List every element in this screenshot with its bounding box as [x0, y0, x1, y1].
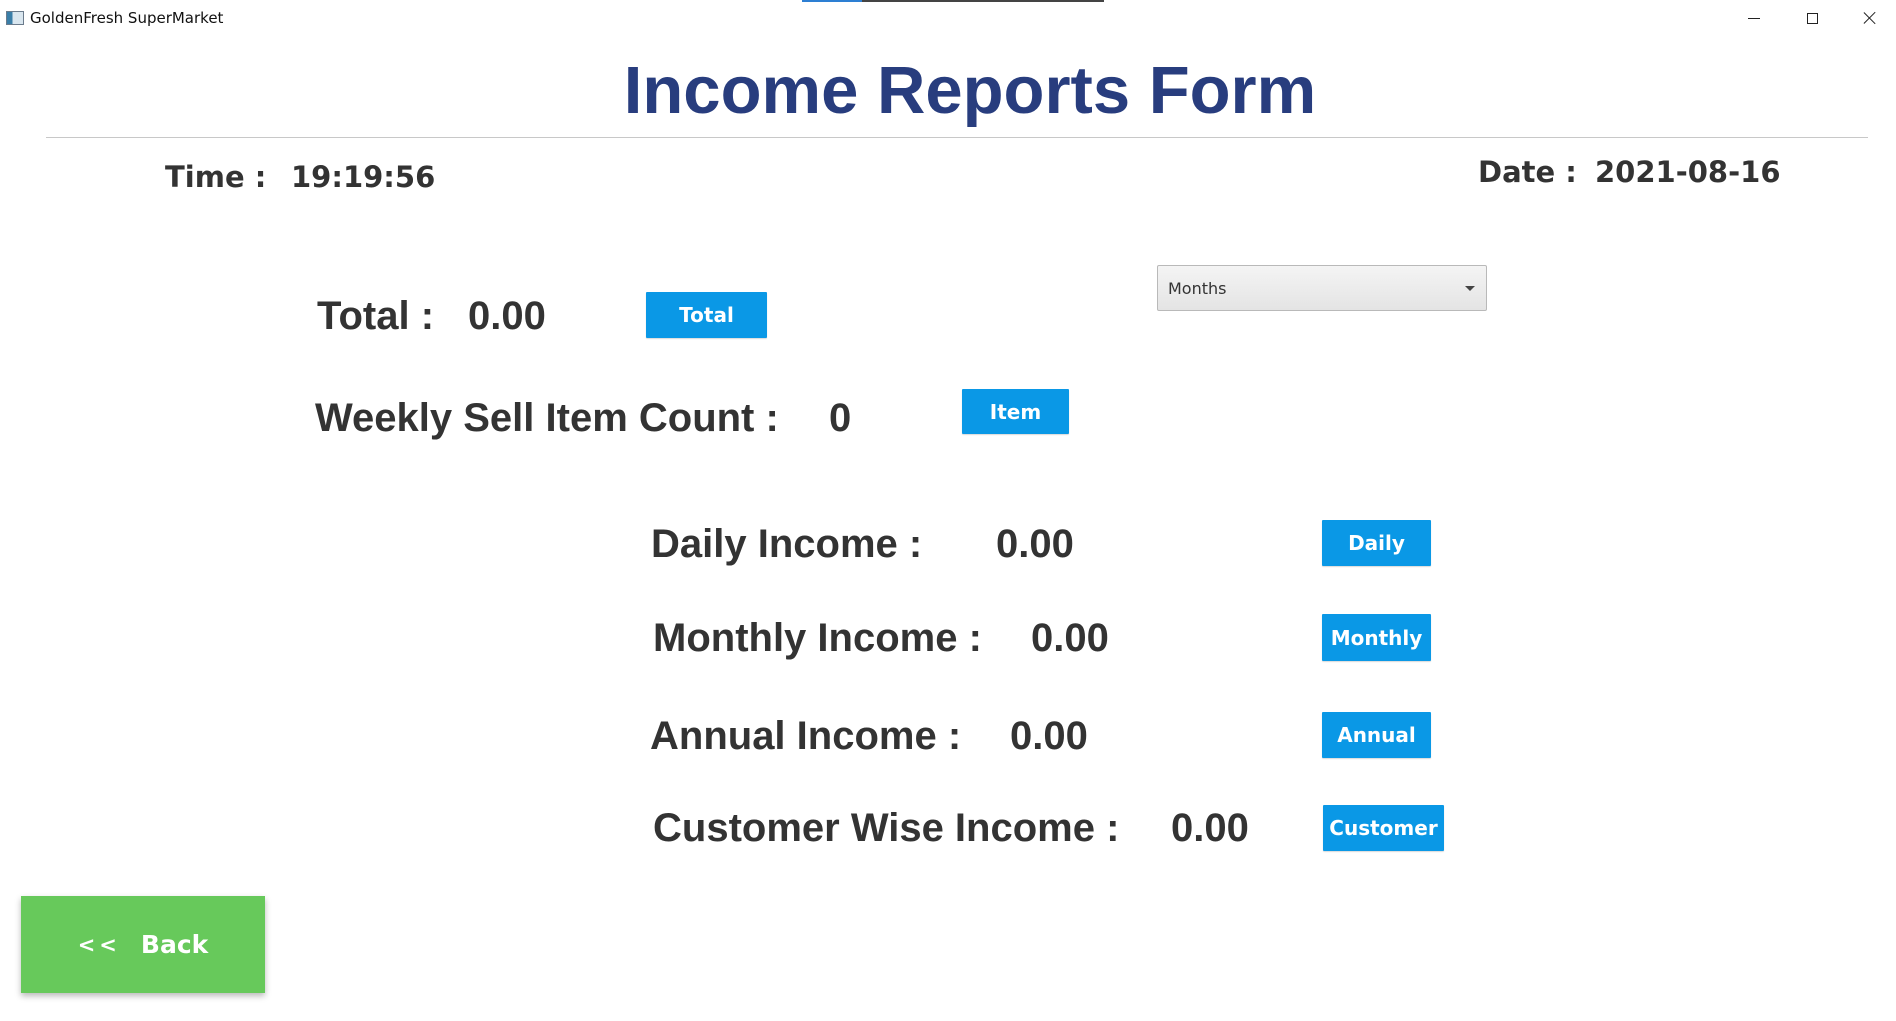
customer-wise-income-label: Customer Wise Income : — [653, 806, 1120, 850]
total-value: 0.00 — [468, 294, 546, 338]
daily-income-label: Daily Income : — [651, 522, 923, 566]
annual-income-value: 0.00 — [1010, 714, 1088, 758]
daily-button[interactable]: Daily — [1322, 520, 1431, 566]
annual-income-label: Annual Income : — [650, 714, 962, 758]
months-select-value: Months — [1168, 279, 1227, 298]
window-title: GoldenFresh SuperMarket — [30, 9, 224, 27]
months-select[interactable]: Months — [1157, 265, 1487, 311]
back-arrow-icon: << — [77, 932, 121, 957]
monthly-income-value: 0.00 — [1031, 616, 1109, 660]
monthly-button[interactable]: Monthly — [1322, 614, 1431, 661]
time-label: Time : — [165, 160, 267, 194]
minimize-icon — [1748, 17, 1760, 19]
income-reports-window: GoldenFresh SuperMarket Income Reports F… — [0, 0, 1896, 1021]
close-button[interactable] — [1841, 0, 1896, 36]
maximize-icon — [1806, 12, 1818, 24]
header-divider — [46, 137, 1868, 138]
date-value: 2021-08-16 — [1595, 155, 1781, 189]
total-label: Total : — [317, 294, 435, 338]
app-icon — [6, 11, 24, 25]
back-button-label: Back — [140, 930, 209, 959]
time-value: 19:19:56 — [291, 160, 436, 194]
maximize-button[interactable] — [1783, 0, 1841, 36]
page-title: Income Reports Form — [623, 53, 1317, 128]
chevron-down-icon — [1465, 286, 1475, 291]
back-button[interactable]: << Back — [21, 896, 265, 993]
window-drag-indicator — [802, 0, 1104, 2]
customer-button[interactable]: Customer — [1323, 805, 1444, 851]
total-button[interactable]: Total — [646, 292, 767, 338]
item-button[interactable]: Item — [962, 389, 1069, 434]
close-icon — [1863, 11, 1877, 25]
monthly-income-label: Monthly Income : — [653, 616, 982, 660]
customer-wise-income-value: 0.00 — [1171, 806, 1249, 850]
annual-button[interactable]: Annual — [1322, 712, 1431, 758]
minimize-button[interactable] — [1725, 0, 1783, 36]
window-titlebar: GoldenFresh SuperMarket — [0, 0, 1896, 36]
weekly-sell-item-count-value: 0 — [829, 396, 852, 440]
weekly-sell-item-count-label: Weekly Sell Item Count : — [315, 396, 779, 440]
daily-income-value: 0.00 — [996, 522, 1074, 566]
window-drag-accent — [802, 0, 862, 2]
date-label: Date : — [1478, 155, 1577, 189]
